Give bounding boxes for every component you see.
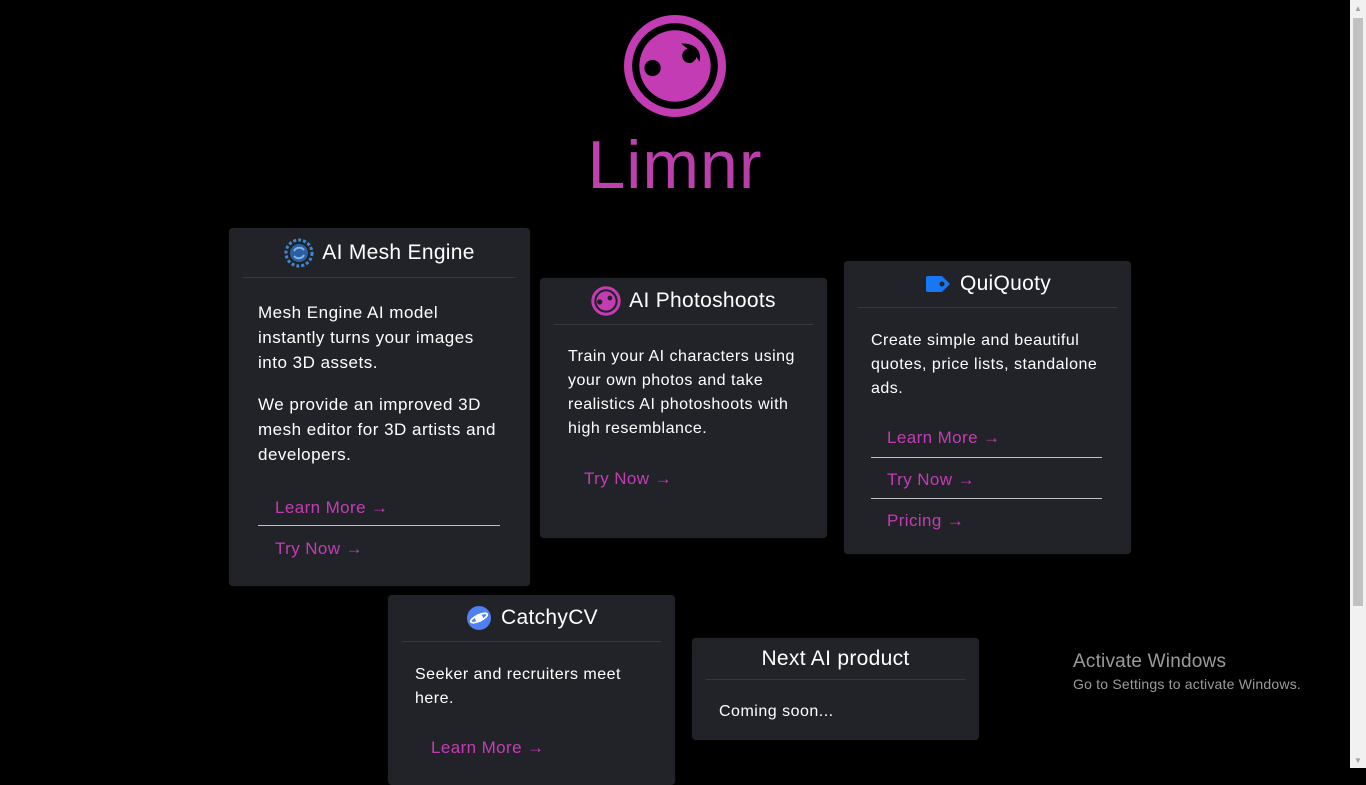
- card-title: AI Photoshoots: [629, 289, 776, 312]
- card-header: Next AI product: [706, 638, 965, 680]
- watermark-subtitle: Go to Settings to activate Windows.: [1073, 676, 1301, 692]
- card-title: Next AI product: [761, 646, 910, 670]
- try-now-link[interactable]: Try Now →: [258, 526, 501, 561]
- scroll-up-icon[interactable]: ▲: [1350, 0, 1366, 16]
- card-header: AI Mesh Engine: [243, 228, 516, 278]
- watermark-title: Activate Windows: [1073, 651, 1227, 672]
- card-title: AI Mesh Engine: [322, 240, 475, 264]
- card-title: CatchyCV: [501, 606, 598, 629]
- card-header: QuiQuoty: [858, 261, 1117, 308]
- card-ai-photoshoots: AI Photoshoots Train your AI characters …: [540, 278, 827, 538]
- learn-more-link[interactable]: Learn More →: [258, 467, 501, 525]
- card-title: QuiQuoty: [959, 272, 1052, 295]
- try-now-link[interactable]: Try Now →: [568, 441, 799, 491]
- card-description: Train your AI characters using your own …: [568, 348, 795, 437]
- card-description: Mesh Engine AI model instantly turns you…: [258, 303, 474, 372]
- limnr-logo-icon: [624, 15, 726, 117]
- card-description: We provide an improved 3D mesh editor fo…: [258, 395, 496, 464]
- card-ai-mesh-engine: AI Mesh Engine Mesh Engine AI model inst…: [229, 228, 530, 586]
- scrollbar-thumb[interactable]: [1353, 18, 1363, 606]
- learn-more-link[interactable]: Learn More →: [871, 401, 1104, 457]
- scroll-down-icon[interactable]: ▼: [1350, 752, 1366, 768]
- brand-name: Limnr: [0, 126, 1350, 204]
- price-tag-icon: [924, 274, 952, 294]
- limnr-logo-icon: [591, 286, 621, 316]
- pricing-link[interactable]: Pricing →: [871, 499, 1104, 533]
- learn-more-link[interactable]: Learn More →: [415, 711, 648, 760]
- activate-windows-watermark: Activate Windows Go to Settings to activ…: [1073, 651, 1301, 692]
- card-header: CatchyCV: [402, 595, 661, 642]
- card-quiquoty: QuiQuoty Create simple and beautiful quo…: [844, 261, 1131, 554]
- card-catchycv: CatchyCV Seeker and recruiters meet here…: [388, 595, 675, 785]
- card-description: Create simple and beautiful quotes, pric…: [871, 332, 1098, 397]
- vertical-scrollbar[interactable]: ▲ ▼: [1350, 0, 1366, 768]
- card-description: Coming soon...: [719, 703, 834, 720]
- card-header: AI Photoshoots: [554, 278, 813, 325]
- try-now-link[interactable]: Try Now →: [871, 458, 1104, 498]
- gear-swirl-icon: [284, 238, 314, 268]
- planet-icon: [465, 604, 493, 632]
- card-next-ai-product: Next AI product Coming soon...: [692, 638, 979, 740]
- card-description: Seeker and recruiters meet here.: [415, 666, 621, 707]
